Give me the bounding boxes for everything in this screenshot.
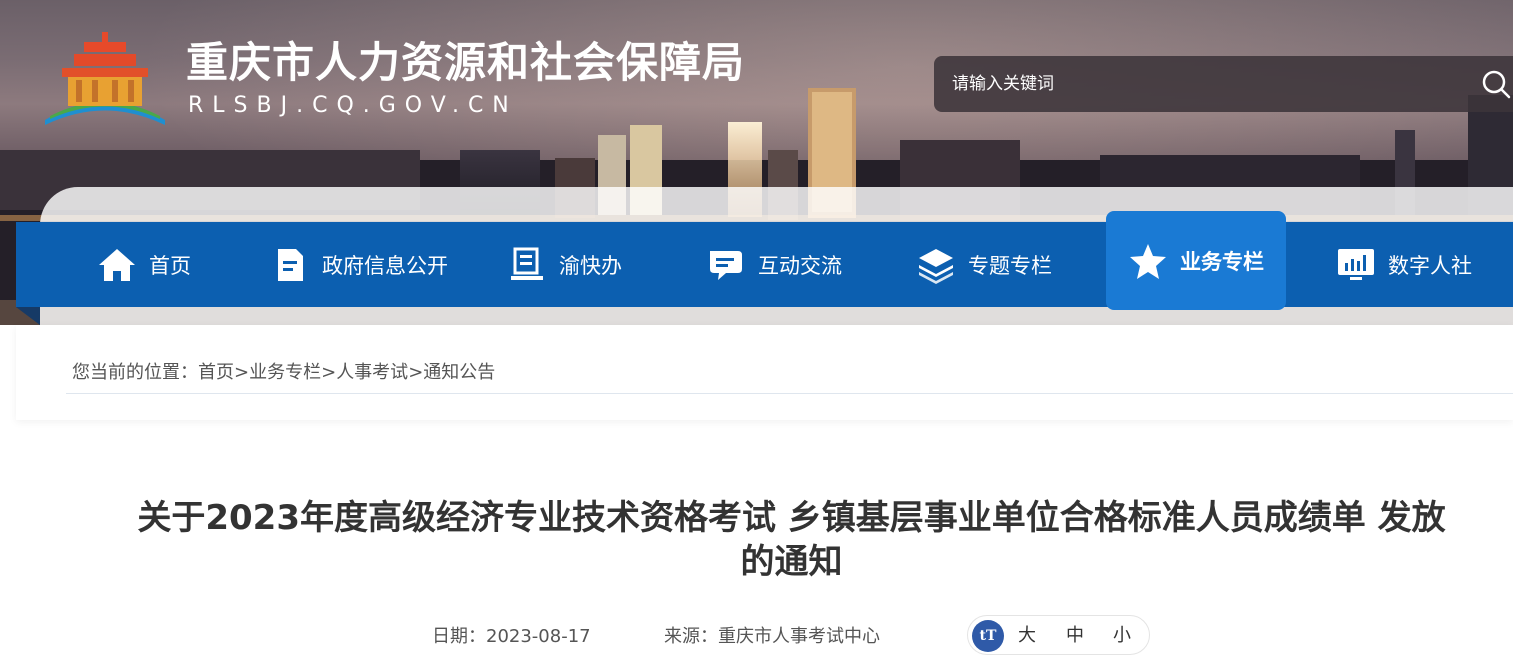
- font-size-icon: tT: [972, 620, 1004, 652]
- breadcrumb-divider: [66, 393, 1513, 394]
- breadcrumb-prefix: 您当前的位置：: [72, 362, 198, 383]
- nav-item-label: 数字人社: [1388, 253, 1472, 278]
- nav-item-label: 业务专栏: [1180, 249, 1264, 274]
- site-logo-icon[interactable]: [40, 28, 170, 128]
- breadcrumb-link-exams[interactable]: 人事考试: [336, 362, 408, 383]
- nav-item-business[interactable]: 业务专栏: [1106, 211, 1286, 310]
- nav-item-label: 政府信息公开: [322, 253, 448, 278]
- breadcrumb-link-home[interactable]: 首页: [198, 362, 234, 383]
- nav-item-interaction[interactable]: 互动交流: [706, 222, 842, 307]
- article-title-line2: 的通知: [740, 542, 843, 582]
- article-date: 日期：2023-08-17: [432, 624, 591, 650]
- site-domain: RLSBJ.CQ.GOV.CN: [188, 93, 518, 118]
- date-value: 2023-08-17: [486, 626, 591, 647]
- nav-item-digital-hr[interactable]: 数字人社: [1336, 222, 1472, 307]
- nav-item-special-topics[interactable]: 专题专栏: [916, 222, 1052, 307]
- search-input[interactable]: [952, 70, 1452, 98]
- article-title-line1: 关于2023年度高级经济专业技术资格考试 乡镇基层事业单位合格标准人员成绩单 发…: [137, 498, 1446, 538]
- nav-item-label: 渝快办: [559, 253, 622, 278]
- nav-item-yukuaiban[interactable]: 渝快办: [507, 222, 622, 307]
- font-size-switcher: tT 大 中 小: [967, 615, 1150, 655]
- star-icon: [1130, 243, 1166, 279]
- search-icon[interactable]: [1480, 68, 1512, 100]
- date-label: 日期：: [432, 626, 486, 647]
- search-box: [934, 56, 1513, 112]
- document-icon: [278, 248, 303, 281]
- nav-item-label: 互动交流: [758, 253, 842, 278]
- article-title: 关于2023年度高级经济专业技术资格考试 乡镇基层事业单位合格标准人员成绩单 发…: [70, 496, 1513, 584]
- font-size-small-button[interactable]: 小: [1113, 624, 1131, 648]
- breadcrumb: 您当前的位置：首页>业务专栏>人事考试>通知公告: [72, 360, 495, 386]
- nav-item-label: 首页: [149, 253, 191, 278]
- layers-icon: [919, 248, 953, 284]
- breadcrumb-link-business[interactable]: 业务专栏: [249, 362, 321, 383]
- home-icon: [99, 248, 135, 281]
- breadcrumb-separator: >: [234, 362, 250, 383]
- monitor-chart-icon: [1338, 248, 1374, 280]
- breadcrumb-separator: >: [408, 362, 424, 383]
- source-label: 来源：: [664, 626, 718, 647]
- nav-item-gov-info[interactable]: 政府信息公开: [270, 222, 448, 307]
- breadcrumb-separator: >: [321, 362, 337, 383]
- font-size-medium-button[interactable]: 中: [1066, 624, 1084, 648]
- nav-item-label: 专题专栏: [968, 253, 1052, 278]
- article-source: 来源：重庆市人事考试中心: [664, 624, 880, 650]
- site-title[interactable]: 重庆市人力资源和社会保障局: [186, 38, 745, 88]
- source-value: 重庆市人事考试中心: [718, 626, 880, 647]
- nav-item-home[interactable]: 首页: [97, 222, 191, 307]
- chat-icon: [710, 250, 742, 280]
- font-size-large-button[interactable]: 大: [1018, 624, 1036, 648]
- book-icon: [511, 247, 543, 280]
- breadcrumb-link-notices[interactable]: 通知公告: [423, 362, 495, 383]
